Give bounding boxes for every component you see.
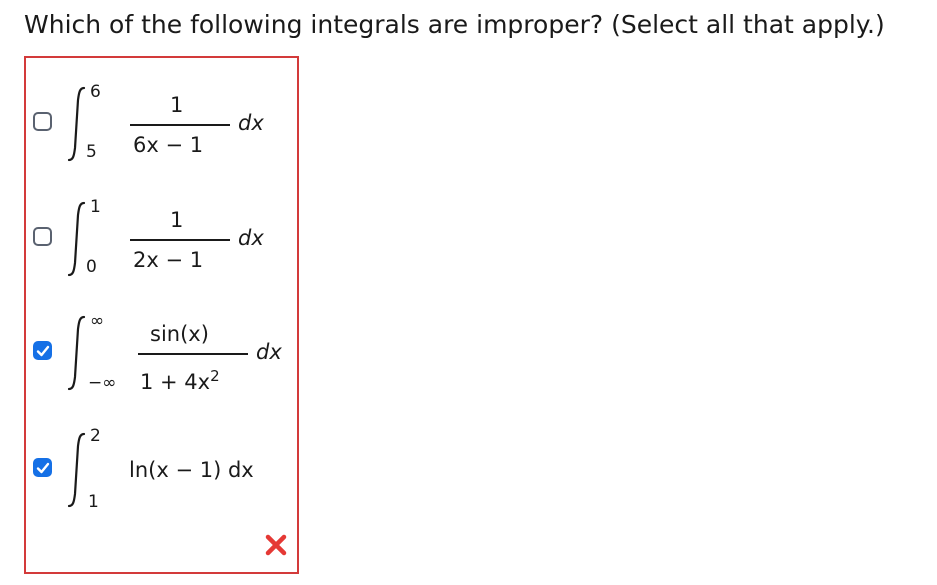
upper-limit: ∞	[90, 311, 105, 331]
option-1[interactable]: 6 5 1 6x − 1 dx	[26, 74, 297, 174]
checkmark-icon	[36, 462, 50, 474]
upper-limit: 2	[90, 426, 101, 446]
upper-limit: 6	[90, 82, 101, 102]
lower-limit: 5	[86, 142, 97, 162]
fraction-bar	[138, 353, 248, 355]
checkbox-option-1[interactable]	[33, 112, 52, 131]
question-text: Which of the following integrals are imp…	[24, 10, 885, 39]
numerator: 1	[170, 93, 184, 117]
x-mark-icon	[265, 534, 287, 556]
answer-options-box: 6 5 1 6x − 1 dx 1 0 1 2x − 1 dx ∞ −∞ sin…	[24, 56, 299, 574]
integrand: ln(x − 1) dx	[129, 458, 254, 482]
lower-limit: 1	[88, 492, 99, 512]
fraction-bar	[130, 124, 230, 126]
lower-limit: −∞	[88, 373, 117, 393]
option-2[interactable]: 1 0 1 2x − 1 dx	[26, 189, 297, 289]
differential: dx	[238, 111, 264, 135]
denominator: 2x − 1	[133, 248, 204, 272]
checkmark-icon	[36, 345, 50, 357]
differential: dx	[256, 340, 282, 364]
option-4[interactable]: 2 1 ln(x − 1) dx	[26, 420, 297, 520]
option-3[interactable]: ∞ −∞ sin(x) 1 + 4x2 dx	[26, 303, 297, 403]
denominator: 1 + 4x2	[140, 367, 220, 394]
numerator: 1	[170, 208, 184, 232]
numerator: sin(x)	[150, 322, 209, 346]
fraction-bar	[130, 239, 230, 241]
checkbox-option-2[interactable]	[33, 227, 52, 246]
checkbox-option-4[interactable]	[33, 458, 52, 477]
lower-limit: 0	[86, 257, 97, 277]
checkbox-option-3[interactable]	[33, 341, 52, 360]
denominator: 6x − 1	[133, 133, 204, 157]
upper-limit: 1	[90, 197, 101, 217]
differential: dx	[238, 226, 264, 250]
